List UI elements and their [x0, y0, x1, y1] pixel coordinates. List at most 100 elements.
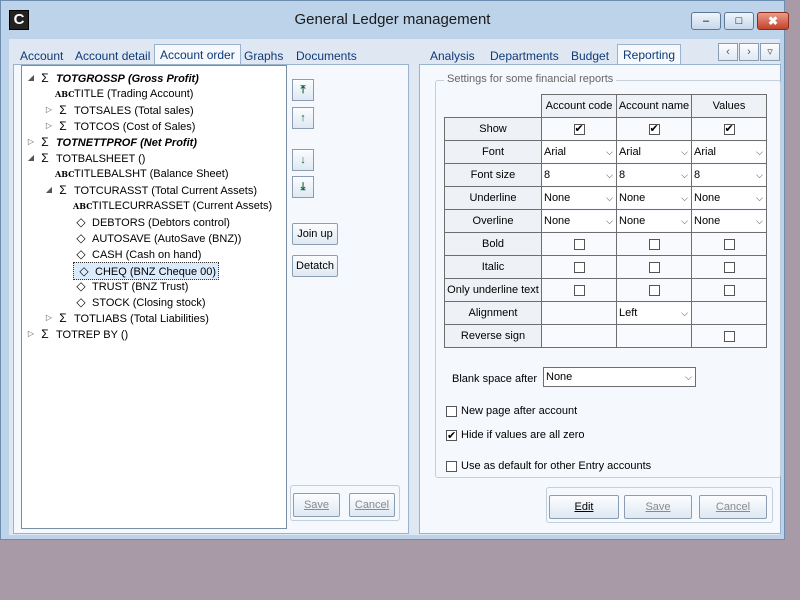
- overline-account-name-select[interactable]: None ⌵: [617, 211, 691, 231]
- tab-documents[interactable]: Documents: [291, 47, 362, 65]
- tree-node-stock[interactable]: ◇ STOCK (Closing stock): [73, 294, 205, 310]
- next-tab-button[interactable]: ›: [739, 43, 759, 61]
- tree-node-title[interactable]: ABCTITLE (Trading Account): [55, 86, 193, 102]
- default-option[interactable]: Use as default for other Entry accounts: [446, 458, 651, 474]
- tree-node-totgrossp[interactable]: Σ TOTGROSSP (Gross Profit): [37, 70, 199, 86]
- bold-account-code-checkbox[interactable]: [573, 238, 585, 250]
- hide-zero-checkbox[interactable]: [446, 428, 457, 444]
- underline-account-name-select[interactable]: None ⌵: [617, 188, 691, 208]
- tab-graphs[interactable]: Graphs: [239, 47, 288, 65]
- detatch-button[interactable]: Detatch: [292, 255, 338, 277]
- alignment-account-name-select[interactable]: Left ⌵: [617, 303, 691, 323]
- tab-list-button[interactable]: ▿: [760, 43, 780, 61]
- tree-node-totbalsheet[interactable]: Σ TOTBALSHEET (): [37, 150, 145, 166]
- move-to-top-button[interactable]: ⤒: [292, 79, 314, 101]
- tab-reporting[interactable]: Reporting: [617, 44, 682, 66]
- tab-account-detail[interactable]: Account detail: [70, 47, 155, 65]
- collapsed-node-icon[interactable]: ▷: [44, 118, 54, 134]
- reverse-sign-values-checkbox[interactable]: [723, 330, 735, 342]
- tree-node-totcos[interactable]: Σ TOTCOS (Cost of Sales): [55, 118, 195, 134]
- chevron-down-icon: ⌵: [756, 193, 763, 203]
- tab-analysis[interactable]: Analysis: [425, 47, 480, 65]
- move-bottom-icon: ⤓: [300, 181, 306, 193]
- chevron-down-icon: ⌵: [685, 372, 692, 382]
- tab-departments[interactable]: Departments: [485, 47, 564, 65]
- expanded-node-icon[interactable]: ◢: [26, 70, 36, 86]
- combo-value: None: [544, 215, 571, 227]
- font-size-account-name-select[interactable]: 8 ⌵: [617, 165, 691, 185]
- tree-node-trust[interactable]: ◇ TRUST (BNZ Trust): [73, 278, 188, 294]
- overline-account-code-select[interactable]: None ⌵: [542, 211, 616, 231]
- left-save-button[interactable]: Save: [293, 493, 340, 517]
- tree-node-autosave[interactable]: ◇ AUTOSAVE (AutoSave (BNZ)): [73, 230, 241, 246]
- tree-node-debtors[interactable]: ◇ DEBTORS (Debtors control): [73, 214, 230, 230]
- combo-value: None: [619, 192, 646, 204]
- minimize-button[interactable]: –: [691, 12, 721, 30]
- tab-budget[interactable]: Budget: [566, 47, 614, 65]
- title-bar[interactable]: C General Ledger management – □ ✖: [1, 1, 789, 39]
- tree-node-totnettprof[interactable]: Σ TOTNETTPROF (Net Profit): [37, 134, 197, 150]
- new-page-option[interactable]: New page after account: [446, 403, 577, 419]
- italic-account-code-checkbox[interactable]: [573, 261, 585, 273]
- tree-node-titlebalsht[interactable]: ABCTITLEBALSHT (Balance Sheet): [55, 166, 229, 182]
- only-underline-values-checkbox[interactable]: [723, 284, 735, 296]
- tab-account-order[interactable]: Account order: [154, 44, 241, 66]
- expanded-node-icon[interactable]: ◢: [44, 182, 54, 198]
- ledger-account-icon: ◇: [76, 247, 86, 261]
- italic-account-name-checkbox[interactable]: [648, 261, 660, 273]
- show-values-checkbox[interactable]: [723, 122, 735, 135]
- tree-node-cash[interactable]: ◇ CASH (Cash on hand): [73, 246, 201, 262]
- move-down-button[interactable]: ↓: [292, 149, 314, 171]
- collapsed-node-icon[interactable]: ▷: [26, 134, 36, 150]
- tree-node-totsales[interactable]: Σ TOTSALES (Total sales): [55, 102, 194, 118]
- right-save-button[interactable]: Save: [624, 495, 692, 519]
- right-cancel-button[interactable]: Cancel: [699, 495, 767, 519]
- collapsed-node-icon[interactable]: ▷: [44, 102, 54, 118]
- default-checkbox[interactable]: [446, 460, 457, 472]
- account-tree[interactable]: ◢ Σ TOTGROSSP (Gross Profit) ABCTITLE (Trad…: [21, 65, 287, 529]
- font-size-values-select[interactable]: 8 ⌵: [692, 165, 766, 185]
- tree-node-titlecurrasset[interactable]: ABCTITLECURRASSET (Current Assets): [73, 198, 272, 214]
- left-cancel-button[interactable]: Cancel: [349, 493, 395, 517]
- chevron-down-icon: ⌵: [606, 216, 613, 226]
- close-button[interactable]: ✖: [757, 12, 789, 30]
- collapsed-node-icon[interactable]: ▷: [44, 310, 54, 326]
- maximize-button[interactable]: □: [724, 12, 754, 30]
- hide-zero-label: Hide if values are all zero: [461, 429, 585, 441]
- font-size-account-code-select[interactable]: 8 ⌵: [542, 165, 616, 185]
- move-up-button[interactable]: ↑: [292, 107, 314, 129]
- font-account-code-select[interactable]: Arial ⌵: [542, 142, 616, 162]
- show-account-name-checkbox[interactable]: [648, 122, 660, 135]
- only-underline-account-name-checkbox[interactable]: [648, 284, 660, 296]
- bold-values-checkbox[interactable]: [723, 238, 735, 250]
- tree-node-code: TITLECURRASSET: [92, 200, 190, 212]
- new-page-checkbox[interactable]: [446, 405, 457, 417]
- tree-node-totrep-by[interactable]: Σ TOTREP BY (): [37, 326, 128, 342]
- underline-values-select[interactable]: None ⌵: [692, 188, 766, 208]
- join-up-button[interactable]: Join up: [292, 223, 338, 245]
- hide-zero-option[interactable]: Hide if values are all zero: [446, 427, 585, 444]
- sigma-icon: Σ: [41, 135, 49, 149]
- abc-text-icon: ABC: [55, 169, 75, 179]
- tree-node-totliabs[interactable]: Σ TOTLIABS (Total Liabilities): [55, 310, 209, 326]
- combo-value: 8: [544, 169, 551, 181]
- font-account-name-select[interactable]: Arial ⌵: [617, 142, 691, 162]
- font-values-select[interactable]: Arial ⌵: [692, 142, 766, 162]
- bold-account-name-checkbox[interactable]: [648, 238, 660, 250]
- ledger-account-icon: ◇: [76, 279, 86, 293]
- move-to-bottom-button[interactable]: ⤓: [292, 176, 314, 198]
- prev-tab-button[interactable]: ‹: [718, 43, 738, 61]
- italic-values-checkbox[interactable]: [723, 261, 735, 273]
- show-account-code-checkbox[interactable]: [573, 122, 585, 135]
- chevron-left-icon: ‹: [726, 46, 730, 58]
- tree-node-totcurasst[interactable]: Σ TOTCURASST (Total Current Assets): [55, 182, 257, 198]
- edit-button[interactable]: Edit: [549, 495, 619, 519]
- collapsed-node-icon[interactable]: ▷: [26, 326, 36, 342]
- underline-account-code-select[interactable]: None ⌵: [542, 188, 616, 208]
- blank-space-select[interactable]: None ⌵: [543, 367, 696, 387]
- expanded-node-icon[interactable]: ◢: [26, 150, 36, 166]
- overline-values-select[interactable]: None ⌵: [692, 211, 766, 231]
- only-underline-account-code-checkbox[interactable]: [573, 284, 585, 296]
- tab-account[interactable]: Account: [15, 47, 68, 65]
- tree-node-description: (Total sales): [134, 105, 194, 117]
